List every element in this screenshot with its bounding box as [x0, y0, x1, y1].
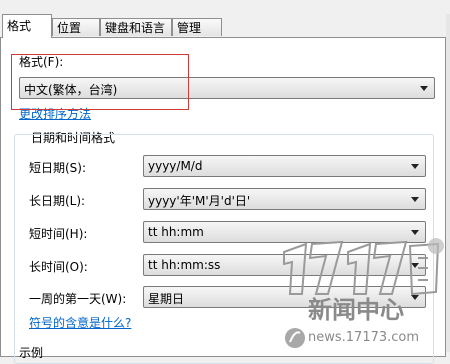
watermark-title: 新闻中心 — [308, 296, 404, 324]
tab-keyboard-language[interactable]: 键盘和语言 — [100, 18, 172, 36]
tab-administrative[interactable]: 管理 — [172, 18, 222, 36]
change-sort-link[interactable]: 更改排序方法 — [19, 105, 91, 122]
format-label: 格式(F): — [19, 55, 64, 69]
news-logo-icon — [285, 328, 305, 348]
tab-format[interactable]: 格式 — [2, 14, 52, 38]
chevron-down-icon[interactable] — [420, 86, 428, 91]
format-select[interactable]: 中文(繁体，台湾) — [19, 77, 435, 99]
tab-strip: 格式 位置 键盘和语言 管理 — [0, 0, 450, 38]
watermark-url: news.17173.com — [308, 330, 420, 345]
format-select-value: 中文(繁体，台湾) — [24, 83, 118, 97]
watermark: 新闻中心 news.17173.com — [278, 232, 450, 352]
tab-location[interactable]: 位置 — [52, 18, 100, 36]
